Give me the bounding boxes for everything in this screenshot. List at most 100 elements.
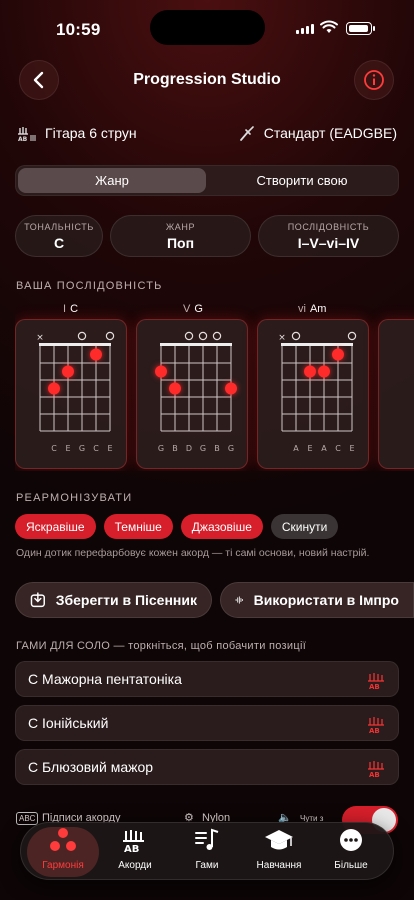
open-string-marker (291, 331, 301, 341)
tab-label: Більше (334, 860, 368, 871)
string-note-label: A (293, 444, 299, 453)
tab-label: Гами (195, 860, 219, 871)
graduation-cap-icon (265, 830, 293, 850)
waveform-icon (235, 596, 244, 604)
chord-degree: I (63, 303, 67, 315)
save-to-songbook-button[interactable]: Зберегти в Пісенник (15, 582, 212, 618)
jazzier-button[interactable]: Джазовіше (180, 514, 263, 539)
open-string-marker (347, 331, 357, 341)
svg-text:AB: AB (18, 136, 28, 142)
string-note-label: A (321, 444, 327, 453)
chord-card[interactable]: × C E G C E (15, 319, 127, 469)
string-note-label: D (186, 444, 192, 453)
chord-card[interactable]: GBDGBG (136, 319, 248, 469)
chord-carousel[interactable]: IC VG vi Am × C E G C E GBDGBG × A E A C E (15, 303, 414, 471)
chord-label-3: vi Am (298, 303, 326, 315)
key-pill[interactable]: ТОНАЛЬНІСТЬ C (15, 215, 103, 257)
tab-bar: Гармонія AB Акорди Гами Навчання Більше (20, 822, 394, 880)
scale-name: C Іонійський (28, 715, 109, 731)
chord-label-1: IC (63, 303, 78, 315)
string-note-label: B (172, 444, 178, 453)
music-note-list-icon (195, 828, 219, 850)
scale-name: C Мажорна пентатоніка (28, 671, 182, 687)
reharm-heading: РЕАРМОНІЗУВАТИ (16, 492, 133, 504)
genre-label: ЖАНР (165, 222, 196, 232)
chord-degree: vi (298, 303, 306, 315)
brighter-button[interactable]: Яскравіше (15, 514, 96, 539)
string-note-label: C (335, 444, 341, 453)
status-time: 10:59 (56, 20, 101, 39)
open-string-marker (105, 331, 115, 341)
reharm-note: Один дотик перефарбовує кожен акорд — ті… (16, 547, 370, 559)
instrument-row: AB Гітара 6 струн Стандарт (EADGBE) (17, 124, 397, 148)
instrument-selector[interactable]: AB Гітара 6 струн (17, 124, 137, 142)
fretboard-nut (39, 343, 111, 346)
string-note-label: C (51, 444, 57, 453)
save-label: Зберегти в Пісенник (55, 592, 197, 608)
info-button[interactable] (354, 60, 394, 100)
tuning-selector[interactable]: Стандарт (EADGBE) (238, 124, 397, 142)
string-note-label: G (200, 444, 206, 453)
scales-heading: ГАМИ ДЛЯ СОЛО — торкніться, щоб побачити… (16, 640, 307, 652)
chord-card-partial[interactable] (378, 319, 414, 469)
string-note-label: E (107, 444, 112, 453)
use-in-improv-button[interactable]: Використати в Імпро (220, 582, 414, 618)
svg-text:AB: AB (124, 844, 139, 853)
scale-item[interactable]: C Мажорна пентатоніка AB (15, 661, 399, 697)
fretboard-nut (281, 343, 353, 346)
key-label: ТОНАЛЬНІСТЬ (24, 222, 94, 232)
finger-dot (155, 365, 167, 378)
mode-segmented-control: Жанр Створити свою (15, 165, 399, 196)
signal-icon (296, 24, 314, 34)
use-label: Використати в Імпро (253, 592, 399, 608)
genre-pill[interactable]: ЖАНР Поп (110, 215, 251, 257)
string-note-label: E (307, 444, 312, 453)
tab-chords[interactable]: AB Акорди (99, 827, 171, 877)
muted-string-marker: × (278, 333, 286, 343)
finger-dot (169, 382, 181, 395)
tab-harmony[interactable]: Гармонія (27, 827, 99, 877)
reset-button[interactable]: Скинути (270, 514, 339, 539)
svg-text:AB: AB (369, 683, 380, 690)
chord-name: Am (309, 303, 327, 315)
info-icon (364, 70, 384, 90)
open-string-marker (77, 331, 87, 341)
chord-diagram: ×C E G C E (36, 331, 115, 453)
tab-learning[interactable]: Навчання (243, 827, 315, 877)
tuning-name: Стандарт (EADGBE) (263, 125, 397, 141)
darker-button[interactable]: Темніше (103, 514, 173, 539)
chord-diagram: ×A E A C E (278, 331, 357, 453)
reharm-buttons: Яскравіше Темніше Джазовіше Скинути (15, 514, 339, 539)
progression-pill[interactable]: ПОСЛІДОВНІСТЬ I–V–vi–IV (258, 215, 399, 257)
string-note-label: G (228, 444, 234, 453)
scale-item[interactable]: C Блюзовий мажор AB (15, 749, 399, 785)
segment-genre[interactable]: Жанр (18, 168, 206, 193)
open-string-marker (184, 331, 194, 341)
string-note-label: C (93, 444, 99, 453)
chord-name: G (194, 303, 203, 315)
tab-more[interactable]: Більше (315, 827, 387, 877)
tab-label: Навчання (256, 860, 302, 871)
svg-text:AB: AB (369, 727, 380, 734)
finger-dot (304, 365, 316, 378)
segment-create-own[interactable]: Створити свою (208, 168, 396, 193)
abc-icon: ABC (16, 812, 39, 825)
progression-label: ПОСЛІДОВНІСТЬ (287, 222, 370, 232)
more-icon (340, 829, 362, 851)
finger-dot (225, 382, 237, 395)
status-bar: 10:59 (0, 0, 414, 56)
chord-name: C (70, 303, 79, 315)
progression-value: I–V–vi–IV (297, 235, 360, 251)
svg-text:AB: AB (369, 771, 380, 778)
scale-item[interactable]: C Іонійський AB (15, 705, 399, 741)
chord-label-2: VG (183, 303, 203, 315)
string-note-label: E (349, 444, 354, 453)
chord-card[interactable]: × A E A C E (257, 319, 369, 469)
instrument-name: Гітара 6 струн (45, 125, 137, 141)
fretboard-nut (160, 343, 232, 346)
tab-scales[interactable]: Гами (171, 827, 243, 877)
finger-dot (48, 382, 60, 395)
finger-dot (90, 348, 102, 361)
dynamic-island (150, 10, 265, 45)
harmony-dots-icon (50, 828, 76, 851)
